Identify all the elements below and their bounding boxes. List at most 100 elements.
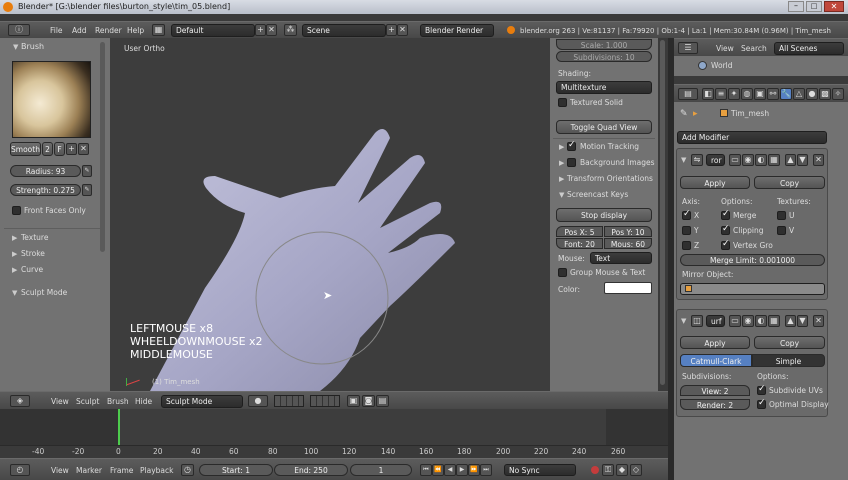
layer-buttons-2[interactable] bbox=[310, 395, 340, 407]
shelf-scrollbar[interactable] bbox=[100, 42, 105, 252]
subsurf-cage-icon[interactable]: ▦ bbox=[768, 315, 780, 327]
radius-pressure-icon[interactable]: ✎ bbox=[82, 165, 92, 177]
lock-camera-icon[interactable]: ▣ bbox=[347, 395, 360, 407]
play-reverse-icon[interactable]: ◀ bbox=[444, 464, 456, 476]
texture-panel-header[interactable]: Texture bbox=[21, 233, 48, 242]
mirror-name-field[interactable]: ror bbox=[706, 154, 725, 166]
shading-select[interactable]: Multitexture bbox=[556, 81, 652, 94]
transform-orientations-label[interactable]: Transform Orientations bbox=[567, 174, 653, 183]
3d-view-editor-icon[interactable]: ◈ bbox=[10, 395, 30, 407]
timeline-menu-playback[interactable]: Playback bbox=[140, 465, 173, 477]
mirror-apply-button[interactable]: Apply bbox=[680, 176, 750, 189]
brush-preview-thumbnail[interactable] bbox=[12, 61, 91, 138]
current-frame-field[interactable]: 1 bbox=[350, 464, 412, 476]
mirror-editmode-icon[interactable]: ▭ bbox=[729, 154, 741, 166]
data-tab-icon[interactable]: △ bbox=[793, 88, 805, 100]
menu-add[interactable]: Add bbox=[72, 25, 87, 37]
end-frame-field[interactable]: End: 250 bbox=[274, 464, 348, 476]
toggle-quad-view-button[interactable]: Toggle Quad View bbox=[556, 120, 652, 134]
3d-view-menu-brush[interactable]: Brush bbox=[107, 396, 129, 408]
play-icon[interactable]: ▶ bbox=[456, 464, 468, 476]
subsurf-view-levels-field[interactable]: View: 2 bbox=[680, 385, 750, 396]
scene-icon[interactable]: ⁂ bbox=[284, 24, 297, 36]
textured-solid-checkbox[interactable] bbox=[558, 98, 567, 107]
pin-icon[interactable]: ✎ bbox=[680, 109, 688, 119]
particles-tab-icon[interactable]: ✧ bbox=[832, 88, 844, 100]
timeline-menu-frame[interactable]: Frame bbox=[110, 465, 133, 477]
subsurf-render-levels-field[interactable]: Render: 2 bbox=[680, 399, 750, 410]
screencast-keys-toggle-icon[interactable]: ▼ bbox=[559, 191, 564, 199]
viewport-shading-icon[interactable]: ● bbox=[248, 395, 268, 407]
menu-help[interactable]: Help bbox=[127, 25, 144, 37]
constraints-tab-icon[interactable]: ⚯ bbox=[767, 88, 779, 100]
mirror-remove-icon[interactable]: ✕ bbox=[813, 154, 824, 166]
next-keyframe-icon[interactable]: ⏩ bbox=[468, 464, 480, 476]
keying-set-icon[interactable]: ⚿ bbox=[602, 464, 614, 476]
scene-select[interactable]: Scene bbox=[302, 24, 386, 37]
interaction-mode-select[interactable]: Sculpt Mode bbox=[161, 395, 243, 408]
add-brush-icon[interactable]: + bbox=[66, 143, 77, 155]
layer-buttons[interactable] bbox=[274, 395, 304, 407]
remove-brush-icon[interactable]: ✕ bbox=[78, 143, 89, 155]
3d-viewport[interactable]: ➤ User Ortho LEFTMOUSE x8 WHEELDOWNMOUSE… bbox=[110, 38, 550, 391]
stroke-panel-header[interactable]: Stroke bbox=[21, 249, 45, 258]
layout-select[interactable]: Default bbox=[171, 24, 255, 37]
opengl-anim-icon[interactable]: ▤ bbox=[376, 395, 389, 407]
opengl-render-icon[interactable]: ◙ bbox=[362, 395, 375, 407]
insert-keyframe-icon[interactable]: ◆ bbox=[616, 464, 628, 476]
sculpt-mode-panel-toggle-icon[interactable]: ▼ bbox=[12, 289, 17, 297]
pos-x-field[interactable]: Pos X: 5 bbox=[556, 226, 603, 237]
subsurf-remove-icon[interactable]: ✕ bbox=[813, 315, 824, 327]
mirror-axis-x-checkbox[interactable] bbox=[682, 209, 691, 220]
menu-render[interactable]: Render bbox=[95, 25, 122, 37]
remove-layout-icon[interactable]: ✕ bbox=[266, 24, 277, 36]
remove-scene-icon[interactable]: ✕ bbox=[397, 24, 408, 36]
subsurf-move-up-icon[interactable]: ▲ bbox=[785, 315, 796, 327]
subdivisions-field[interactable]: Subdivisions: 10 bbox=[556, 51, 652, 62]
simple-toggle[interactable]: Simple bbox=[752, 354, 825, 367]
subsurf-collapse-icon[interactable]: ▼ bbox=[681, 317, 686, 325]
layers-tab-icon[interactable]: ≡ bbox=[715, 88, 727, 100]
menu-file[interactable]: File bbox=[50, 25, 63, 37]
pos-y-field[interactable]: Pos Y: 10 bbox=[604, 226, 652, 237]
prev-keyframe-icon[interactable]: ⏪ bbox=[432, 464, 444, 476]
mirror-render-icon[interactable]: ◐ bbox=[755, 154, 767, 166]
mirror-realtime-icon[interactable]: ◉ bbox=[742, 154, 754, 166]
front-faces-checkbox[interactable] bbox=[12, 206, 21, 215]
outliner-search-menu[interactable]: Search bbox=[741, 43, 767, 55]
minimize-icon[interactable]: – bbox=[788, 1, 804, 12]
mirror-vertex-groups-checkbox[interactable] bbox=[721, 239, 730, 250]
subsurf-copy-button[interactable]: Copy bbox=[754, 336, 825, 349]
mirror-v-checkbox[interactable] bbox=[777, 226, 786, 235]
timeline-menu-marker[interactable]: Marker bbox=[76, 465, 102, 477]
mirror-object-field[interactable] bbox=[680, 283, 825, 295]
world-tab-icon[interactable]: ◍ bbox=[741, 88, 753, 100]
subsurf-editmode-icon[interactable]: ▭ bbox=[729, 315, 741, 327]
timeline-area[interactable]: -40 -20 0 20 40 60 80 100 120 140 160 18… bbox=[0, 409, 668, 458]
outliner-editor-icon[interactable]: ☰ bbox=[678, 42, 698, 54]
mirror-u-checkbox[interactable] bbox=[777, 211, 786, 220]
3d-view-menu-sculpt[interactable]: Sculpt bbox=[76, 396, 99, 408]
3d-view-menu-view[interactable]: View bbox=[51, 396, 69, 408]
mirror-move-down-icon[interactable]: ▼ bbox=[797, 154, 808, 166]
background-images-label[interactable]: Background Images bbox=[580, 158, 655, 167]
subsurf-move-down-icon[interactable]: ▼ bbox=[797, 315, 808, 327]
jump-start-icon[interactable]: ⏮ bbox=[420, 464, 432, 476]
scale-field[interactable]: Scale: 1.000 bbox=[556, 39, 652, 50]
scene-tab-icon[interactable]: ✦ bbox=[728, 88, 740, 100]
sync-mode-select[interactable]: No Sync bbox=[504, 464, 576, 476]
add-modifier-select[interactable]: Add Modifier bbox=[677, 131, 827, 144]
motion-tracking-checkbox[interactable] bbox=[567, 140, 576, 151]
curve-panel-header[interactable]: Curve bbox=[21, 265, 43, 274]
brush-name-field[interactable]: Smooth bbox=[10, 142, 41, 156]
radius-field[interactable]: Radius: 93 bbox=[10, 165, 81, 177]
mouse-mode-select[interactable]: Text bbox=[590, 252, 652, 264]
delete-keyframe-icon[interactable]: ◇ bbox=[630, 464, 642, 476]
background-images-toggle-icon[interactable]: ▶ bbox=[559, 159, 564, 167]
layout-icon[interactable]: ▦ bbox=[152, 24, 165, 36]
motion-tracking-toggle-icon[interactable]: ▶ bbox=[559, 143, 564, 151]
curve-panel-toggle-icon[interactable]: ▶ bbox=[12, 266, 17, 274]
maximize-icon[interactable]: □ bbox=[806, 1, 822, 12]
properties-editor-icon[interactable]: ▤ bbox=[678, 88, 698, 100]
material-tab-icon[interactable]: ● bbox=[806, 88, 818, 100]
